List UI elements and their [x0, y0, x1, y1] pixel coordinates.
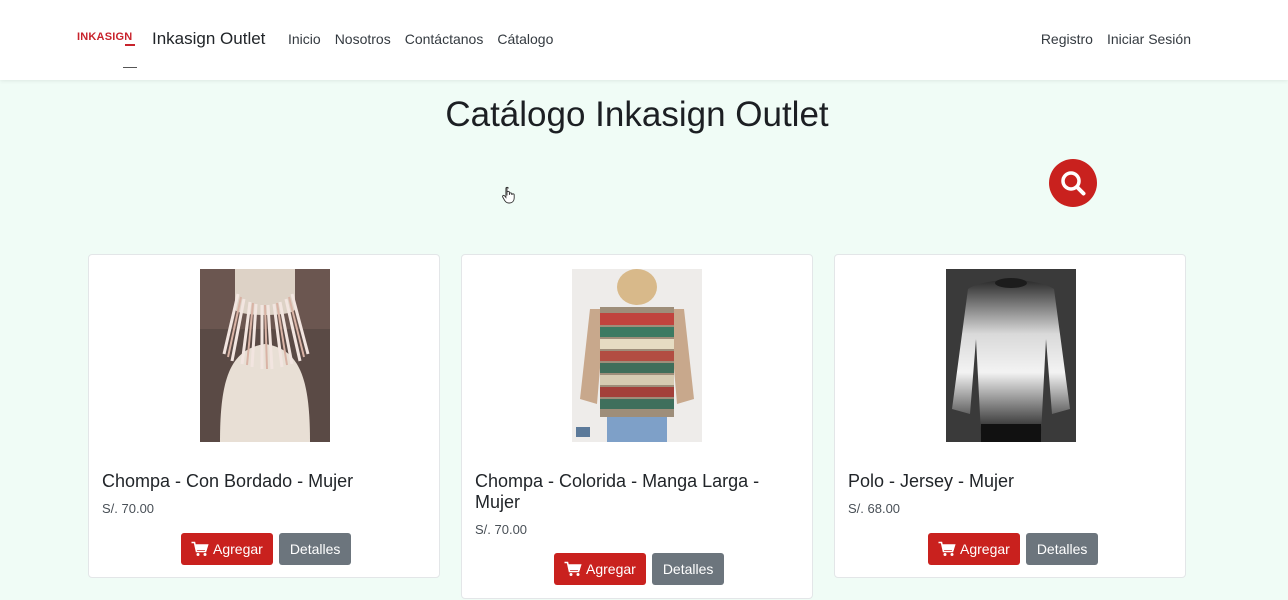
product-image[interactable] [200, 269, 330, 442]
hand-cursor-icon [502, 186, 515, 204]
nav-nosotros[interactable]: Nosotros [335, 31, 391, 47]
logo-text: INKASIGN [77, 31, 133, 43]
product-card: Chompa - Con Bordado - Mujer S/. 70.00 A… [88, 254, 440, 578]
product-title[interactable]: Polo - Jersey - Mujer [848, 471, 1168, 492]
product-price: S/. 70.00 [475, 522, 528, 537]
main-nav: Inicio Nosotros Contáctanos Cátalogo [288, 31, 553, 47]
details-button[interactable]: Detalles [651, 553, 725, 585]
add-to-cart-button[interactable]: Agregar [554, 553, 646, 585]
account-nav: Registro Iniciar Sesión [1041, 31, 1191, 47]
details-button[interactable]: Detalles [1025, 533, 1099, 565]
details-button[interactable]: Detalles [278, 533, 352, 565]
nav-iniciar-sesion[interactable]: Iniciar Sesión [1107, 31, 1191, 47]
product-image[interactable] [572, 269, 702, 442]
cart-icon [938, 541, 956, 556]
card-actions: Agregar Detalles [554, 553, 725, 585]
card-actions: Agregar Detalles [928, 533, 1099, 565]
product-card: Chompa - Colorida - Manga Larga - Mujer … [461, 254, 813, 599]
add-label: Agregar [586, 561, 636, 577]
add-label: Agregar [960, 541, 1010, 557]
product-price: S/. 70.00 [102, 501, 155, 516]
nav-registro[interactable]: Registro [1041, 31, 1093, 47]
product-image[interactable] [946, 269, 1076, 442]
product-title[interactable]: Chompa - Colorida - Manga Larga - Mujer [475, 471, 795, 513]
brand-underline [123, 67, 137, 68]
search-button[interactable] [1049, 159, 1097, 207]
brand-name-link[interactable]: Inkasign Outlet [152, 29, 265, 49]
search-icon [1061, 171, 1086, 196]
product-price: S/. 68.00 [848, 501, 901, 516]
nav-inicio[interactable]: Inicio [288, 31, 321, 47]
nav-contactanos[interactable]: Contáctanos [405, 31, 484, 47]
top-navbar: INKASIGN Inkasign Outlet Inicio Nosotros… [0, 0, 1288, 80]
logo-underline [125, 44, 135, 46]
product-title[interactable]: Chompa - Con Bordado - Mujer [102, 471, 422, 492]
brand-logo[interactable]: INKASIGN [77, 32, 137, 46]
add-to-cart-button[interactable]: Agregar [928, 533, 1020, 565]
card-actions: Agregar Detalles [181, 533, 352, 565]
add-to-cart-button[interactable]: Agregar [181, 533, 273, 565]
cart-icon [191, 541, 209, 556]
add-label: Agregar [213, 541, 263, 557]
nav-catalogo[interactable]: Cátalogo [497, 31, 553, 47]
page-title: Catálogo Inkasign Outlet [445, 95, 829, 134]
product-card: Polo - Jersey - Mujer S/. 68.00 Agregar … [834, 254, 1186, 578]
cart-icon [564, 561, 582, 576]
